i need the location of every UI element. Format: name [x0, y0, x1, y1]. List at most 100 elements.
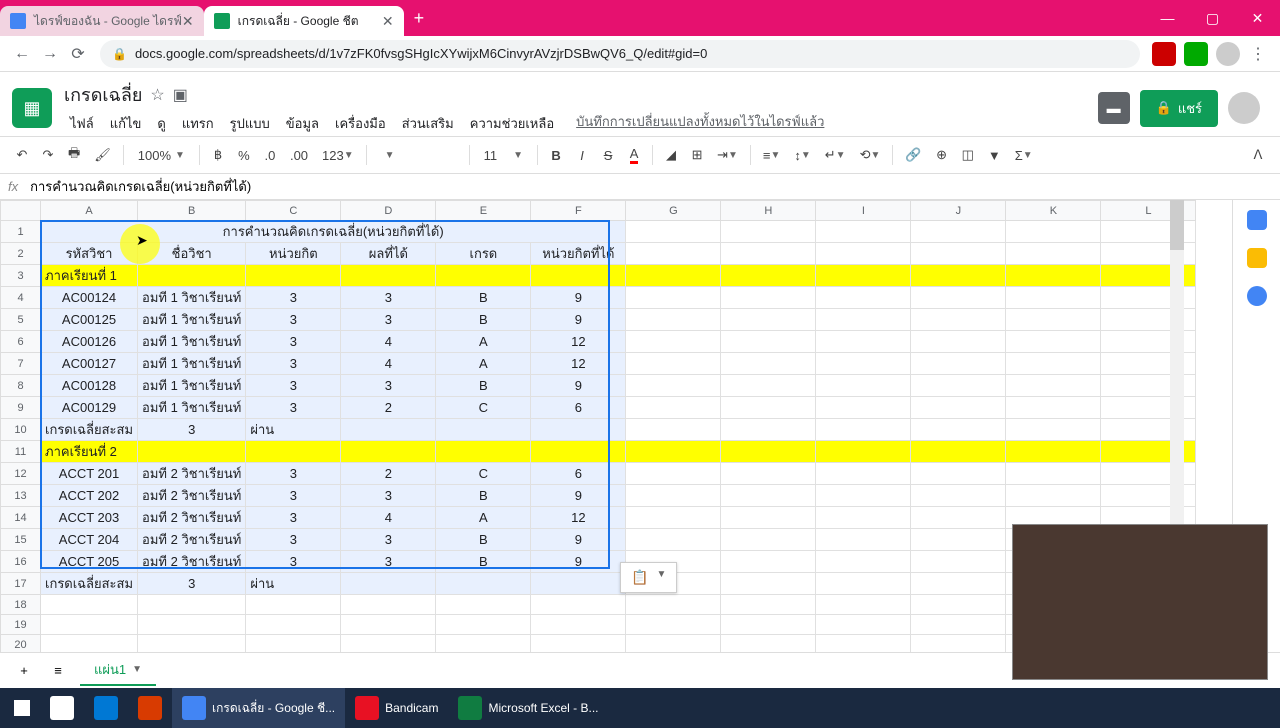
cell[interactable]: [816, 221, 911, 243]
cell[interactable]: 9: [531, 375, 626, 397]
cell[interactable]: [816, 265, 911, 287]
cell[interactable]: [816, 441, 911, 463]
row-header[interactable]: 5: [1, 309, 41, 331]
profile-icon[interactable]: [1216, 42, 1240, 66]
cell[interactable]: ผ่าน: [246, 573, 341, 595]
cell[interactable]: [626, 463, 721, 485]
cell[interactable]: [1006, 463, 1101, 485]
cell[interactable]: [816, 331, 911, 353]
move-folder-icon[interactable]: ▣: [173, 85, 188, 105]
cell[interactable]: 3: [246, 375, 341, 397]
cell[interactable]: [721, 221, 816, 243]
cell[interactable]: 2: [341, 397, 436, 419]
cell[interactable]: [246, 441, 341, 463]
formula-bar[interactable]: fx การคำนวณคิดเกรดเฉลี่ย(หน่วยกิตที่ได้): [0, 174, 1280, 200]
browser-tab[interactable]: เกรดเฉลี่ย - Google ชีต✕: [204, 6, 404, 36]
col-header[interactable]: D: [341, 201, 436, 221]
cell[interactable]: [138, 595, 246, 615]
cell[interactable]: 3: [246, 397, 341, 419]
cell[interactable]: 4: [341, 331, 436, 353]
menu-item[interactable]: แก้ไข: [104, 111, 148, 136]
cell[interactable]: [626, 615, 721, 635]
cell[interactable]: B: [436, 375, 531, 397]
close-button[interactable]: ✕: [1235, 0, 1280, 36]
cell[interactable]: [721, 529, 816, 551]
cell[interactable]: 9: [531, 529, 626, 551]
cell[interactable]: [138, 635, 246, 653]
cell[interactable]: [721, 265, 816, 287]
cell[interactable]: [626, 507, 721, 529]
cell[interactable]: B: [436, 485, 531, 507]
cell[interactable]: 3: [341, 551, 436, 573]
cell[interactable]: การคำนวณคิดเกรดเฉลี่ย(หน่วยกิตที่ได้): [41, 221, 626, 243]
menu-item[interactable]: ส่วนเสริม: [396, 111, 460, 136]
cell[interactable]: 12: [531, 331, 626, 353]
doc-title[interactable]: เกรดเฉลี่ย: [64, 80, 142, 109]
cell[interactable]: [1006, 397, 1101, 419]
forward-button[interactable]: →: [36, 40, 64, 68]
cell[interactable]: [816, 287, 911, 309]
cell[interactable]: ACCT 205: [41, 551, 138, 573]
tasks-icon[interactable]: [1247, 286, 1267, 306]
calendar-icon[interactable]: [1247, 210, 1267, 230]
cell[interactable]: 12: [531, 507, 626, 529]
cell[interactable]: ผ่าน: [246, 419, 341, 441]
col-header[interactable]: F: [531, 201, 626, 221]
cell[interactable]: [911, 529, 1006, 551]
cell[interactable]: [436, 265, 531, 287]
account-avatar[interactable]: [1228, 92, 1260, 124]
cell[interactable]: [721, 397, 816, 419]
cell[interactable]: [816, 309, 911, 331]
cell[interactable]: B: [436, 309, 531, 331]
taskbar-item[interactable]: [128, 688, 172, 728]
cell[interactable]: [41, 615, 138, 635]
cell[interactable]: [138, 265, 246, 287]
menu-item[interactable]: เครื่องมือ: [329, 111, 392, 136]
cell[interactable]: [1006, 243, 1101, 265]
cell[interactable]: ภาคเรียนที่ 1: [41, 265, 138, 287]
cell[interactable]: [816, 485, 911, 507]
cell[interactable]: [911, 419, 1006, 441]
cell[interactable]: อมที 1 วิชาเรียนท์: [138, 331, 246, 353]
cell[interactable]: [911, 397, 1006, 419]
cell[interactable]: [721, 331, 816, 353]
cell[interactable]: AC00126: [41, 331, 138, 353]
cell[interactable]: [531, 441, 626, 463]
zoom-select[interactable]: 100%▼: [130, 146, 193, 165]
cell[interactable]: [341, 595, 436, 615]
percent-button[interactable]: %: [232, 144, 256, 167]
menu-item[interactable]: ไฟล์: [64, 111, 100, 136]
cell[interactable]: ผลที่ได้: [341, 243, 436, 265]
wrap-button[interactable]: ↵▼: [819, 143, 852, 167]
row-header[interactable]: 18: [1, 595, 41, 615]
cell[interactable]: [138, 615, 246, 635]
text-color-button[interactable]: A: [622, 142, 646, 168]
cell[interactable]: AC00129: [41, 397, 138, 419]
cell[interactable]: หน่วยกิต: [246, 243, 341, 265]
menu-item[interactable]: รูปแบบ: [224, 111, 276, 136]
h-align-button[interactable]: ≡▼: [757, 144, 787, 167]
cell[interactable]: อมที 1 วิชาเรียนท์: [138, 353, 246, 375]
cell[interactable]: 9: [531, 485, 626, 507]
cell[interactable]: [1006, 265, 1101, 287]
cell[interactable]: 4: [341, 353, 436, 375]
start-button[interactable]: [4, 688, 40, 728]
cell[interactable]: B: [436, 529, 531, 551]
row-header[interactable]: 9: [1, 397, 41, 419]
chart-button[interactable]: ◫: [956, 143, 980, 167]
new-tab-button[interactable]: +: [404, 8, 435, 29]
reload-button[interactable]: ⟳: [64, 40, 92, 68]
cell[interactable]: [531, 615, 626, 635]
cell[interactable]: [41, 635, 138, 653]
cell[interactable]: [1006, 221, 1101, 243]
cell[interactable]: [911, 331, 1006, 353]
cell[interactable]: [626, 375, 721, 397]
cell[interactable]: [911, 551, 1006, 573]
cell[interactable]: ภาคเรียนที่ 2: [41, 441, 138, 463]
menu-item[interactable]: ข้อมูล: [280, 111, 325, 136]
cell[interactable]: [721, 635, 816, 653]
cell[interactable]: [626, 635, 721, 653]
comment-button[interactable]: ⊕: [930, 143, 954, 167]
filter-button[interactable]: ▼: [982, 144, 1007, 167]
cell[interactable]: [626, 441, 721, 463]
